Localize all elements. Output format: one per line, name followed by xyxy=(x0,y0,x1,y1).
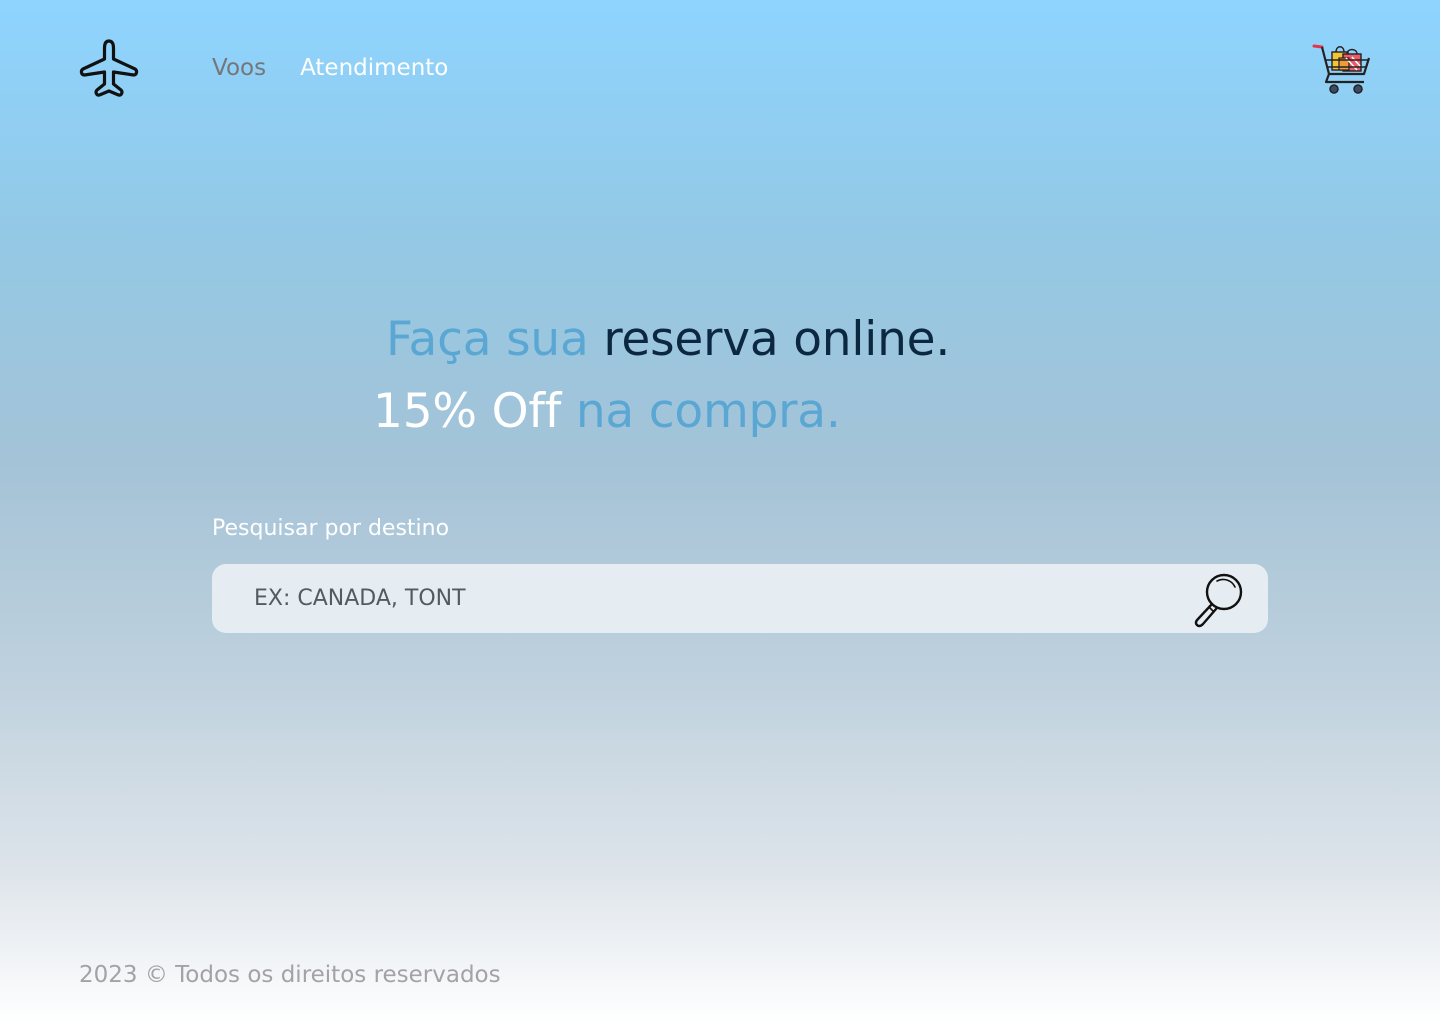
hero-line2-highlight: na compra. xyxy=(575,384,841,439)
main-nav: Voos Atendimento xyxy=(212,51,448,85)
search-input[interactable] xyxy=(254,564,1154,633)
airplane-logo-icon[interactable] xyxy=(78,38,140,100)
nav-link-voos[interactable]: Voos xyxy=(212,51,266,85)
shopping-cart-icon[interactable] xyxy=(1312,38,1372,96)
search-bar xyxy=(212,564,1268,633)
hero-headline-line-2: 15% Off na compra. xyxy=(373,382,841,442)
search-label: Pesquisar por destino xyxy=(212,516,450,541)
hero-discount: 15% Off xyxy=(373,384,562,439)
hero-headline-line-1: Faça sua reserva online. xyxy=(386,310,950,370)
hero-line1-main: reserva online. xyxy=(603,312,951,367)
footer-copyright: 2023 © Todos os direitos reservados xyxy=(79,962,501,988)
magnifier-icon[interactable] xyxy=(1188,571,1246,629)
nav-link-atendimento[interactable]: Atendimento xyxy=(300,51,448,85)
hero-line1-highlight: Faça sua xyxy=(386,312,589,367)
